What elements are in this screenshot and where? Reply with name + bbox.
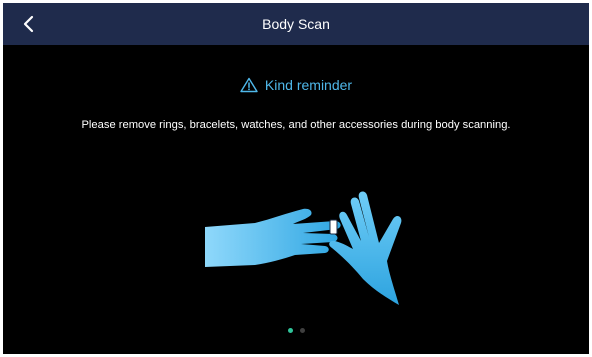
reminder-heading: Kind reminder	[3, 75, 589, 95]
right-hand-shape	[329, 191, 402, 305]
page-title: Body Scan	[262, 16, 330, 32]
ring-shape	[329, 219, 338, 235]
page-dot-active[interactable]	[287, 328, 293, 333]
accessory-removal-message: Please remove rings, bracelets, watches,…	[81, 119, 511, 131]
chevron-left-icon	[23, 15, 34, 33]
back-button[interactable]	[13, 9, 45, 39]
page-indicator	[3, 328, 589, 333]
page-dot[interactable]	[299, 328, 305, 333]
warning-triangle-icon	[240, 77, 258, 93]
top-bar: Body Scan	[3, 3, 589, 45]
left-hand-shape	[205, 208, 341, 267]
reminder-title: Kind reminder	[264, 77, 353, 93]
body-scan-screen: Body Scan Kind reminder Please remove ri…	[3, 3, 589, 354]
hands-removing-ring-illustration	[199, 181, 405, 307]
